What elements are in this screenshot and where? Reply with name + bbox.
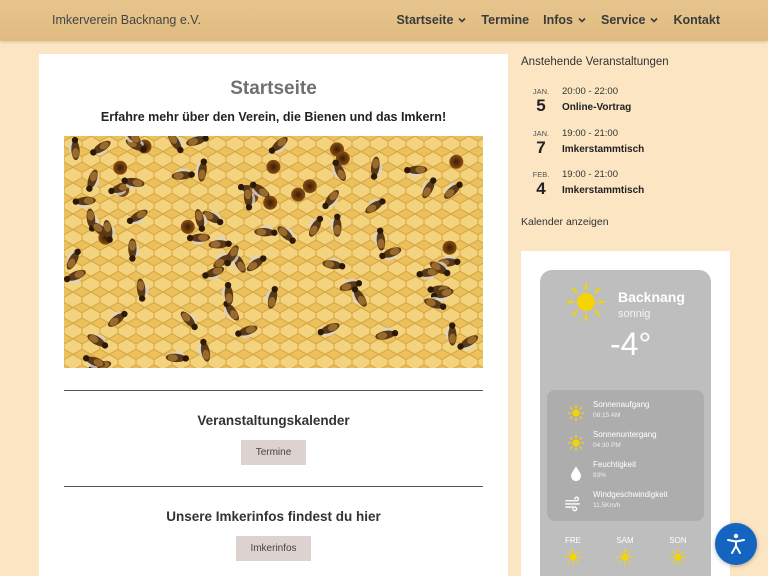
weather-detail-wind: Windgeschwindigkeit 11.5Km/h [547, 490, 704, 518]
sun-icon [616, 548, 634, 566]
detail-value: 11.5Km/h [593, 502, 621, 509]
event-month: JAN. [532, 87, 550, 96]
chevron-down-icon [458, 17, 466, 23]
nav-termine[interactable]: Termine [481, 13, 529, 27]
sunset-icon [567, 434, 585, 452]
accessibility-icon [727, 533, 745, 554]
weather-widget-container: Backnang sonnig -4° Sonnenaufgang 08:15 … [521, 251, 730, 576]
weather-condition: sonnig [618, 308, 651, 320]
forecast-day-name: FRE [565, 536, 581, 545]
detail-value: 04:30 PM [593, 442, 621, 449]
events-heading: Anstehende Veranstaltungen [521, 56, 669, 68]
chevron-down-icon [650, 17, 659, 23]
main-content: Startseite Erfahre mehr über den Verein,… [39, 54, 508, 576]
forecast-day: SON [658, 536, 698, 571]
event-time: 19:00 - 21:00 [562, 128, 618, 139]
event-title[interactable]: Online-Vortrag [562, 102, 631, 113]
weather-widget: Backnang sonnig -4° Sonnenaufgang 08:15 … [540, 270, 711, 576]
nav-startseite[interactable]: Startseite [396, 13, 467, 27]
weather-city: Backnang [618, 289, 685, 305]
forecast-day: SAM [605, 536, 645, 571]
sunrise-icon [567, 404, 585, 422]
section-title-infos: Unsere Imkerinfos findest du hier [166, 509, 381, 524]
event-item[interactable]: JAN. 5 20:00 - 22:00 Online-Vortrag [521, 85, 721, 125]
weather-temperature: -4° [610, 326, 652, 362]
detail-label: Feuchtigkeit [593, 460, 637, 469]
imkerinfos-button[interactable]: Imkerinfos [236, 536, 311, 561]
calendar-link[interactable]: Kalender anzeigen [521, 216, 609, 228]
forecast-day: FRE [553, 536, 593, 571]
divider [64, 390, 483, 391]
page-subtitle: Erfahre mehr über den Verein, die Bienen… [100, 110, 447, 124]
event-day: 7 [536, 138, 546, 157]
event-day: 5 [536, 96, 546, 115]
forecast-day-name: SAM [616, 536, 634, 545]
sun-icon [669, 548, 687, 566]
nav-label: Infos [543, 13, 573, 27]
weather-detail-sunset: Sonnenuntergang 04:30 PM [547, 430, 704, 458]
weather-details: Sonnenaufgang 08:15 AM Sonnenuntergang 0… [547, 390, 704, 521]
event-time: 19:00 - 21:00 [562, 169, 618, 180]
nav-kontakt[interactable]: Kontakt [673, 13, 720, 27]
event-item[interactable]: FEB. 4 19:00 - 21:00 Imkerstammtisch [521, 168, 721, 208]
divider [64, 486, 483, 487]
nav-infos[interactable]: Infos [543, 13, 587, 27]
section-title-calendar: Veranstaltungskalender [197, 413, 350, 428]
nav-label: Termine [481, 13, 530, 27]
sun-icon [564, 548, 582, 566]
nav-service[interactable]: Service [601, 13, 659, 27]
weather-detail-sunrise: Sonnenaufgang 08:15 AM [547, 400, 704, 428]
event-month: JAN. [532, 129, 550, 138]
top-navbar: Imkerverein Backnang e.V. Startseite Ter… [0, 0, 768, 41]
nav-label: Service [600, 13, 646, 27]
event-day: 4 [536, 179, 546, 198]
accessibility-button[interactable] [715, 523, 757, 565]
main-nav: Startseite Termine Infos Service Kontakt [396, 13, 720, 27]
detail-label: Sonnenuntergang [593, 430, 657, 439]
detail-value: 08:15 AM [593, 412, 621, 419]
site-title[interactable]: Imkerverein Backnang e.V. [52, 13, 201, 27]
nav-label: Kontakt [673, 13, 720, 27]
weather-detail-humidity: Feuchtigkeit 93% [547, 460, 704, 488]
detail-label: Sonnenaufgang [593, 400, 650, 409]
event-time: 20:00 - 22:00 [562, 86, 618, 97]
droplet-icon [571, 466, 581, 482]
termine-button[interactable]: Termine [241, 440, 306, 465]
wind-icon [565, 496, 580, 512]
event-month: FEB. [532, 170, 550, 179]
detail-value: 93% [593, 472, 607, 479]
sun-icon [566, 282, 606, 322]
event-item[interactable]: JAN. 7 19:00 - 21:00 Imkerstammtisch [521, 127, 721, 167]
event-title[interactable]: Imkerstammtisch [562, 185, 644, 196]
page-title: Startseite [230, 78, 317, 99]
bees-honeycomb-image [64, 136, 483, 368]
forecast-day-name: SON [669, 536, 687, 545]
chevron-down-icon [578, 17, 586, 23]
event-title[interactable]: Imkerstammtisch [562, 144, 644, 155]
detail-label: Windgeschwindigkeit [593, 490, 668, 499]
nav-label: Startseite [396, 13, 454, 27]
